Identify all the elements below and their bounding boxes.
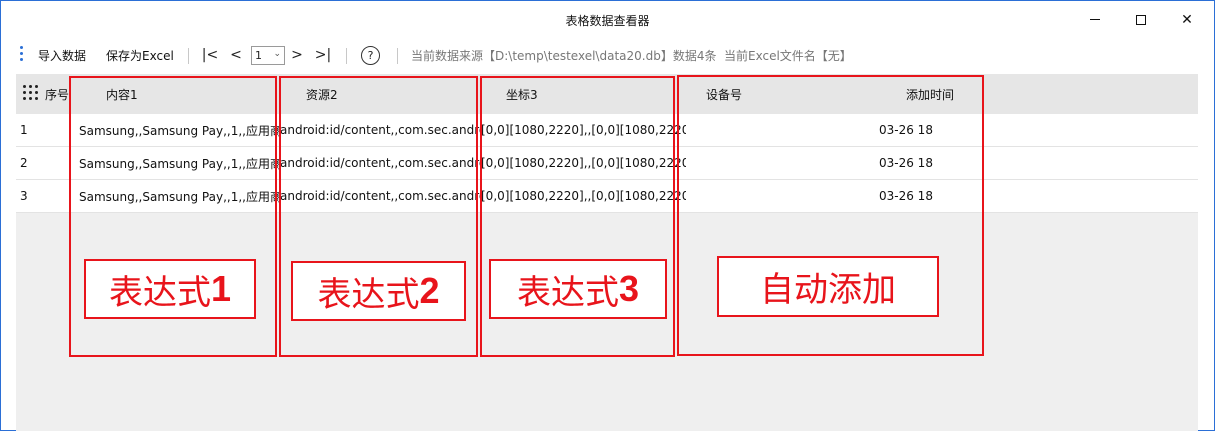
grid-menu-icon[interactable]: [23, 85, 38, 100]
first-page-button[interactable]: |<: [200, 38, 220, 72]
window-title: 表格数据查看器: [565, 14, 650, 28]
maximize-button[interactable]: [1118, 1, 1164, 38]
annotation-label-expr1: 表达式 1: [84, 259, 256, 319]
annotation-label-auto: 自动添加: [717, 256, 939, 317]
next-page-button[interactable]: >: [287, 38, 307, 72]
close-button[interactable]: ✕: [1164, 1, 1210, 38]
minimize-icon: [1090, 19, 1100, 20]
import-button[interactable]: 导入数据: [38, 38, 86, 72]
close-icon: ✕: [1181, 11, 1193, 28]
toolbar: 导入数据 保存为Excel |< < 1 ⌄ > >| ? 当前数据来源【D:\…: [1, 38, 1214, 72]
app-window: 表格数据查看器 ✕ 导入数据 保存为Excel |< < 1 ⌄ > >| ? …: [0, 0, 1215, 431]
column-header-index[interactable]: 序号: [45, 74, 69, 114]
title-bar: 表格数据查看器 ✕: [1, 1, 1214, 38]
toolbar-divider: [397, 48, 398, 64]
annotation-label-expr2: 表达式 2: [291, 261, 466, 321]
annotation-label-expr3: 表达式 3: [489, 259, 667, 319]
toolbar-divider: [188, 48, 189, 64]
maximize-icon: [1136, 14, 1146, 25]
save-excel-button[interactable]: 保存为Excel: [106, 38, 174, 72]
data-source-status: 当前数据来源【D:\temp\testexel\data20.db】数据4条: [411, 48, 717, 63]
toolbar-grip-icon[interactable]: [20, 46, 24, 64]
toolbar-divider: [346, 48, 347, 64]
prev-page-button[interactable]: <: [226, 38, 246, 72]
help-icon[interactable]: ?: [361, 46, 380, 65]
page-select[interactable]: 1 ⌄: [251, 46, 285, 65]
last-page-button[interactable]: >|: [313, 38, 333, 72]
minimize-button[interactable]: [1072, 1, 1118, 38]
cell-index: 2: [20, 156, 28, 170]
excel-file-status: 当前Excel文件名【无】: [724, 48, 852, 63]
page-select-value: 1: [255, 49, 262, 62]
cell-index: 3: [20, 189, 28, 203]
cell-index: 1: [20, 123, 28, 137]
chevron-down-icon: ⌄: [273, 49, 281, 59]
